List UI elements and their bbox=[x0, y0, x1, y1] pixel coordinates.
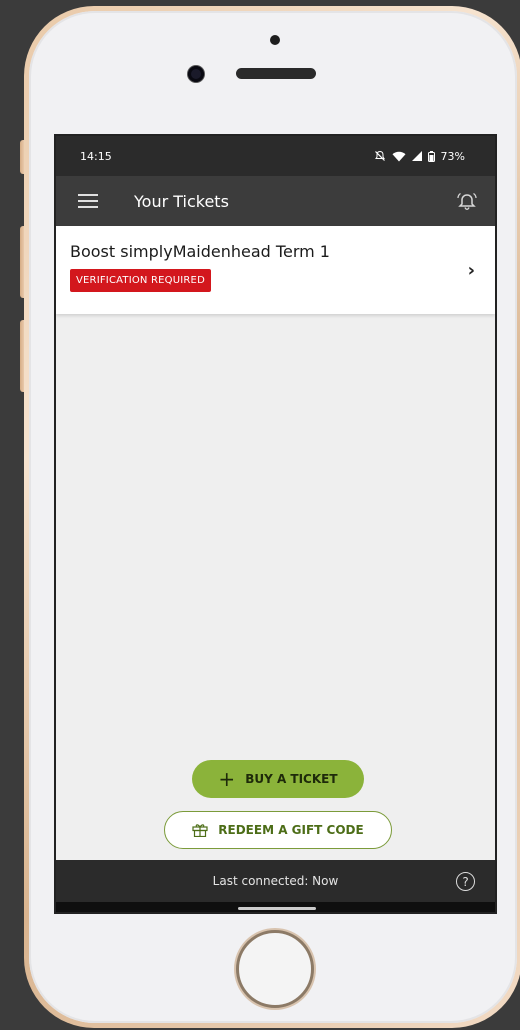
signal-icon bbox=[411, 151, 422, 161]
phone-screen: 14:15 73% Your Tickets Boost simplyMaide… bbox=[54, 134, 497, 914]
ticket-title: Boost simplyMaidenhead Term 1 bbox=[70, 242, 330, 261]
hamburger-menu-icon[interactable] bbox=[78, 194, 98, 208]
home-button[interactable] bbox=[236, 930, 314, 1008]
sensor-dot bbox=[270, 35, 280, 45]
wifi-icon bbox=[392, 151, 406, 161]
battery-level: 73% bbox=[440, 149, 465, 163]
gesture-handle[interactable] bbox=[238, 907, 316, 910]
status-time: 14:15 bbox=[80, 149, 112, 163]
ticket-card[interactable]: Boost simplyMaidenhead Term 1 VERIFICATI… bbox=[56, 226, 495, 314]
page-title: Your Tickets bbox=[134, 191, 229, 211]
help-icon[interactable]: ? bbox=[456, 872, 475, 891]
last-connected-text: Last connected: Now bbox=[212, 874, 339, 888]
status-badge: VERIFICATION REQUIRED bbox=[70, 269, 211, 292]
status-bar: 14:15 73% bbox=[56, 136, 495, 176]
status-icons: 73% bbox=[374, 150, 465, 163]
redeem-gift-code-button[interactable]: REDEEM A GIFT CODE bbox=[164, 811, 392, 849]
connection-footer: Last connected: Now ? bbox=[56, 860, 495, 902]
plus-icon: + bbox=[218, 767, 236, 791]
buy-ticket-button[interactable]: + BUY A TICKET bbox=[192, 760, 364, 798]
redeem-gift-code-label: REDEEM A GIFT CODE bbox=[218, 823, 364, 837]
gift-icon bbox=[192, 824, 208, 837]
chevron-right-icon: › bbox=[467, 260, 475, 281]
buy-ticket-label: BUY A TICKET bbox=[245, 772, 338, 786]
battery-icon bbox=[427, 150, 435, 162]
bell-icon[interactable] bbox=[455, 191, 479, 211]
mute-icon bbox=[374, 150, 385, 161]
front-camera bbox=[188, 66, 204, 82]
system-nav-bar bbox=[56, 902, 495, 912]
app-bar: Your Tickets bbox=[56, 176, 495, 226]
earpiece-speaker bbox=[236, 68, 316, 79]
